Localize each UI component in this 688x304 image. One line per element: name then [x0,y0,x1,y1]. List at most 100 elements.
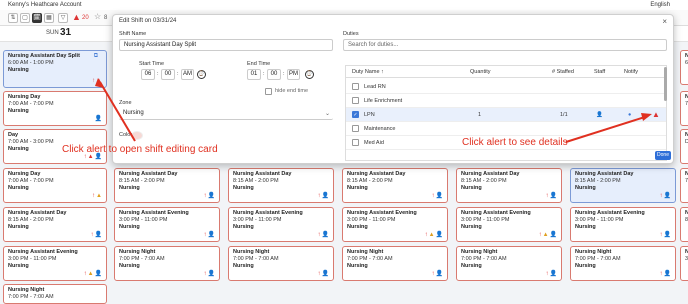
account-name[interactable]: Kenny's Heathcare Account [8,1,82,9]
shift-role: Nursing [461,263,482,269]
person-icon[interactable]: 👤 [596,108,603,122]
week-view-icon[interactable]: ▢ [20,13,30,23]
close-icon[interactable]: × [662,17,667,26]
duty-row[interactable]: Lead RN [346,80,666,94]
person-icon[interactable]: 👤 [664,271,672,277]
copy-icon[interactable]: ⧉ [94,53,98,60]
day-view-icon[interactable]: 🗓 [32,13,42,23]
shift-title: Nursing Night [233,249,270,255]
start-ampm-select[interactable]: AM [181,69,194,80]
shift-card[interactable]: Nursing Day 7:00 AM - 7:00 PM Nursing 👤 [3,91,107,126]
warning-icon[interactable]: ▲ [96,193,103,199]
shift-card[interactable]: Nursing Night 7:00 PM - 7:00 AM Nursing ↑👤 [570,246,676,281]
shift-card[interactable]: Nursing Night 7:00 PM - 7:00 AM Nursing ↑👤 [342,246,448,281]
hide-end-time-checkbox[interactable] [265,88,272,95]
end-minute-input[interactable]: 00 [267,69,281,80]
col-duty-name[interactable]: Duty Name ↑ [352,69,384,75]
duties-table-header: Duty Name ↑ Quantity # Staffed Staff Not… [346,66,666,78]
clock-icon[interactable]: ⌚ [305,70,314,79]
end-ampm-select[interactable]: PM [287,69,300,80]
duty-row[interactable]: Maintenance [346,122,666,136]
person-icon[interactable]: 👤 [436,232,444,238]
language-select[interactable]: English [650,1,670,9]
start-hour-input[interactable]: 06 [141,69,155,80]
month-view-icon[interactable]: ▦ [44,13,54,23]
done-button[interactable]: Done [655,151,671,160]
shift-card[interactable]: Nursing Assistant Evening 3:00 PM - 11:00… [114,207,220,242]
duties-search-input[interactable]: Search for duties... [343,39,667,51]
duty-checkbox[interactable] [352,97,359,104]
end-hour-input[interactable]: 01 [247,69,261,80]
warning-icon[interactable]: ▲ [429,232,436,238]
duty-checkbox[interactable] [352,83,359,90]
color-swatch[interactable] [131,131,143,140]
person-icon[interactable]: 👤 [550,271,558,277]
notify-icon[interactable]: ● [628,108,631,122]
shift-card-partial[interactable]: Nursi7:00 [680,91,688,126]
person-icon[interactable]: 👤 [208,232,216,238]
duty-checkbox[interactable] [352,125,359,132]
shift-card[interactable]: Nursing Assistant Day 8:15 AM - 2:00 PM Nu… [456,168,562,203]
chevron-down-icon[interactable]: ⌄ [325,110,330,117]
shift-card[interactable]: Nursing Night 7:00 PM - 7:00 AM [3,284,107,304]
sort-icon[interactable]: ⇅ [8,13,18,23]
filter-icon[interactable]: ▽ [58,13,68,23]
shift-card[interactable]: Nursing Night 7:00 PM - 7:00 AM Nursing ↑👤 [456,246,562,281]
shift-card[interactable]: Nursing Night 7:00 PM - 7:00 AM Nursing ↑👤 [114,246,220,281]
start-minute-input[interactable]: 00 [161,69,175,80]
person-icon[interactable]: 👤 [322,193,330,199]
person-icon[interactable]: 👤 [95,232,103,238]
clock-icon[interactable]: ⌚ [197,70,206,79]
person-icon[interactable]: 👤 [436,271,444,277]
shift-title: Nursing Day [8,94,41,100]
shift-card[interactable]: Nursing Day 7:00 AM - 7:00 PM Nursing ↑▲ [3,168,107,203]
shift-card[interactable]: Nursing Assistant Evening 3:00 PM - 11:0… [3,246,107,281]
shift-card-partial[interactable]: Nursi8:15 [680,207,688,242]
duty-row-selected[interactable]: ✓ LPN 1 1/1 👤 ● ▲ [346,108,666,122]
alert-icon[interactable]: ▲ [72,12,81,22]
person-icon[interactable]: 👤 [208,271,216,277]
time-separator: : [157,71,159,77]
shift-card[interactable]: Nursing Assistant Day 8:15 AM - 2:00 PM Nu… [570,168,676,203]
person-icon[interactable]: 👤 [664,193,672,199]
person-icon[interactable]: 👤 [664,232,672,238]
shift-card[interactable]: Nursing Assistant Evening 3:00 PM - 11:00… [342,207,448,242]
shift-time: 3:00 PM - 11:00 PM [575,217,624,223]
shift-card-partial[interactable]: Nursi7:00 [680,168,688,203]
shift-name-input[interactable]: Nursing Assistant Day Split [119,39,333,51]
warning-icon[interactable]: ▲ [543,232,550,238]
person-icon[interactable]: 👤 [322,271,330,277]
duty-checkbox[interactable] [352,139,359,146]
person-icon[interactable]: 👤 [550,232,558,238]
shift-card[interactable]: Nursing Assistant Evening 3:00 PM - 11:00… [570,207,676,242]
shift-card-partial[interactable]: Nursi3:00 [680,246,688,281]
warning-icon[interactable]: ▲ [88,271,95,277]
shift-card[interactable]: Nursing Night 7:00 PM - 7:00 AM Nursing ↑👤 [228,246,334,281]
person-icon[interactable]: 👤 [436,193,444,199]
zone-select[interactable]: Nursing [119,108,333,120]
person-icon[interactable]: 👤 [95,116,103,123]
person-icon[interactable]: 👤 [208,193,216,199]
table-scrollbar[interactable] [664,67,667,101]
shift-card-partial[interactable]: NursiD [680,129,688,164]
duty-name: LPN [364,112,375,118]
alert-icon[interactable]: ▲ [652,108,660,122]
star-icon[interactable]: ☆ [94,12,101,21]
duty-row[interactable]: Life Enrichment [346,94,666,108]
card-icons: ↑👤 [546,193,558,200]
shift-time: 8:15 AM - 2:00 PM [8,217,54,223]
shift-card[interactable]: Nursing Assistant Day 8:15 AM - 2:00 PM Nu… [114,168,220,203]
shift-role: Nursing [119,263,140,269]
duty-checkbox[interactable]: ✓ [352,111,359,118]
person-icon[interactable]: 👤 [550,193,558,199]
shift-card[interactable]: Nursing Assistant Day 8:15 AM - 2:00 PM Nu… [342,168,448,203]
shift-card-partial[interactable]: Nursi6:00 [680,50,688,85]
person-icon[interactable]: 👤 [322,232,330,238]
person-icon[interactable]: 👤 [95,271,103,277]
shift-card[interactable]: Nursing Assistant Evening 3:00 PM - 11:00… [228,207,334,242]
shift-card[interactable]: Nursing Assistant Evening 3:00 PM - 11:00… [456,207,562,242]
alert-icon[interactable]: ▲ [96,78,103,84]
shift-card[interactable]: Nursing Assistant Day 8:15 AM - 2:00 PM Nu… [228,168,334,203]
shift-card[interactable]: Nursing Assistant Day 8:15 AM - 2:00 PM … [3,207,107,242]
shift-card-selected[interactable]: Nursing Assistant Day Split 6:00 AM - 1:… [3,50,107,88]
